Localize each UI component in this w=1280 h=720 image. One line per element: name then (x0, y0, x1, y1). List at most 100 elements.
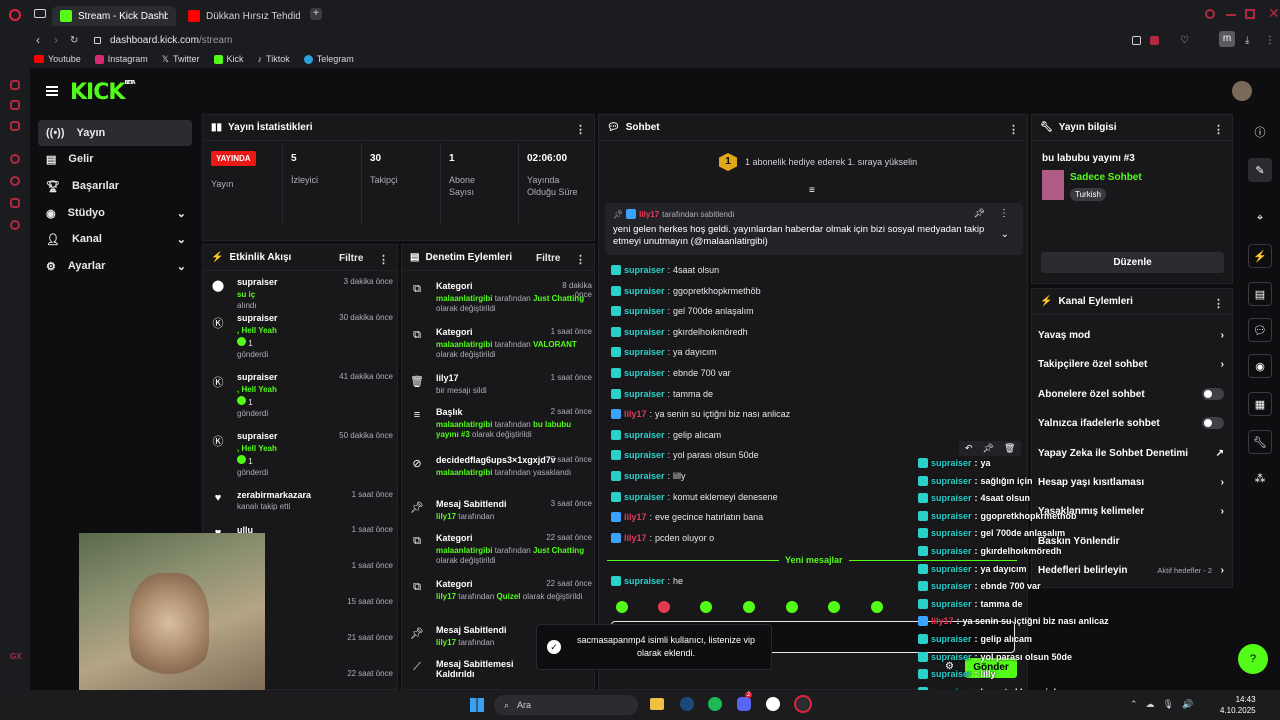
chat-message[interactable]: supraiser: gel 700de anlaşalım (611, 306, 754, 316)
bookmark-youtube[interactable]: Youtube (34, 54, 81, 64)
spotify-icon[interactable] (708, 697, 722, 711)
sidebar-messenger-icon[interactable] (10, 100, 20, 110)
pin-icon[interactable]: 📌︎ (983, 443, 994, 454)
channel-action-row[interactable]: Hesap yaşı kısıtlaması › (1038, 472, 1224, 492)
moderation-item[interactable]: 🗑︎ lily17 1 saat önce bir mesajı sildi (410, 373, 592, 396)
chat-username[interactable]: supraiser (624, 450, 665, 460)
activity-item[interactable]: Ⓚsupraiser 41 dakika önce, Hell Yeah 1 gön… (211, 372, 394, 418)
channel-action-row[interactable]: Yapay Zeka ile Sohbet Denetimi ↗ (1038, 443, 1224, 463)
chat-message[interactable]: supraiser: ebnde 700 var (611, 368, 731, 378)
windows-start-icon[interactable] (470, 698, 484, 712)
maximize-icon[interactable] (1245, 9, 1255, 19)
lightning-icon[interactable]: ⚡ (1248, 244, 1272, 268)
toggle-switch[interactable] (1202, 417, 1224, 429)
gx-icon[interactable]: GX (10, 652, 22, 661)
wrench-icon[interactable]: 🔧︎ (1248, 430, 1272, 454)
emote-icon[interactable] (616, 601, 628, 613)
chat-message[interactable]: supraiser: gelip alıcam (611, 430, 721, 440)
pinned-message[interactable]: 📌︎ lily17 tarafından sabitlendi yeni gelen… (605, 203, 1023, 255)
category-link[interactable]: Sadece Sohbet (1070, 172, 1142, 183)
trash-icon[interactable]: 🗑︎ (1004, 443, 1015, 454)
chat-message[interactable]: supraiser: he (611, 576, 683, 586)
moderation-item[interactable]: ⧉ Kategori 22 saat önce lily17 tarafından Q… (410, 579, 592, 602)
kebab-menu-icon[interactable]: ⋮ (999, 208, 1009, 219)
chat-message[interactable]: lily17: eve gecince hatırlatın bana (611, 512, 763, 522)
info-icon[interactable]: ⓘ (1248, 120, 1272, 144)
plugins-icon[interactable]: ⁂ (1248, 466, 1272, 490)
opera-gx-icon[interactable] (794, 695, 812, 713)
moderation-item[interactable]: 📌︎ Mesaj Sabitlendi 3 saat önce lily17 tara… (410, 499, 592, 522)
chat-username[interactable]: lily17 (624, 533, 647, 543)
kebab-menu-icon[interactable]: ⋮ (575, 123, 586, 136)
tray-icons[interactable]: ⌃☁🎙🔊 (1130, 699, 1201, 710)
channel-action-row[interactable]: Hedefleri belirleyin Aktif hedefler - 2 › (1038, 560, 1224, 580)
minimize-icon[interactable] (1226, 14, 1236, 16)
document-icon[interactable]: ▤ (1248, 282, 1272, 306)
pencil-icon[interactable]: ✎ (1248, 158, 1272, 182)
activity-item[interactable]: Ⓚsupraiser 30 dakika önce, Hell Yeah 1 gön… (211, 313, 394, 359)
moderation-item[interactable]: ⧉ Kategori 22 saat önce malaanlatirgibi tar… (410, 533, 592, 566)
focus-icon[interactable]: ⌖ (1248, 206, 1272, 230)
activity-item[interactable]: Ⓚsupraiser 50 dakika önce, Hell Yeah 1 gön… (211, 431, 394, 477)
chat-message[interactable]: supraiser: ggopretkhopkrmethöb (611, 286, 761, 296)
chevron-down-icon[interactable]: ⌄ (1001, 229, 1009, 240)
new-messages-label[interactable]: Yeni mesajlar (779, 555, 849, 565)
activity-item[interactable]: ⬤ supraiser 3 dakika önce su iç alındı (211, 277, 393, 310)
tag-chip[interactable]: Turkish (1070, 188, 1106, 201)
kebab-menu-icon[interactable]: ⋮ (1213, 123, 1224, 136)
emote-icon[interactable] (743, 601, 755, 613)
tab-youtube[interactable]: Dükkan Hırsız Tehdidiyle (180, 6, 308, 26)
bookmark-twitter[interactable]: 𝕏 Twitter (162, 54, 200, 65)
chat-message[interactable]: supraiser: yol parası olsun 50de (611, 450, 759, 460)
sidebar-instagram-icon[interactable] (10, 121, 20, 131)
channel-action-row[interactable]: Yavaş mod › (1038, 325, 1224, 345)
tab-kick-dashboard[interactable]: Stream - Kick Dashboard (52, 6, 176, 26)
filter-button[interactable]: Filtre (536, 253, 560, 264)
bookmark-kick[interactable]: Kick (213, 54, 244, 64)
kebab-menu-icon[interactable]: ⋮ (1213, 297, 1224, 310)
channel-action-row[interactable]: Abonelere özel sohbet (1038, 384, 1224, 404)
collapse-icon[interactable]: ≡ (809, 185, 815, 196)
activity-item[interactable]: ♥ zerabirmarkazara 1 saat önce kanalı takip… (211, 490, 393, 511)
shield-icon[interactable] (1150, 35, 1159, 45)
chat-message[interactable]: supraiser: tamma de (611, 389, 713, 399)
chat-username[interactable]: supraiser (624, 286, 665, 296)
menu-icon[interactable]: ⋮ (1265, 35, 1275, 46)
emote-icon[interactable] (786, 601, 798, 613)
chat-message[interactable]: supraiser: gkırdelhoıkmöredh (611, 327, 748, 337)
channel-action-row[interactable]: Yalnızca ifadelerle sohbet (1038, 413, 1224, 433)
heart-icon[interactable]: ♡ (1180, 35, 1189, 46)
chat-username[interactable]: supraiser (624, 430, 665, 440)
chat-username[interactable]: supraiser (624, 368, 665, 378)
emote-icon[interactable] (658, 601, 670, 613)
profile-avatar-icon[interactable]: m (1219, 31, 1235, 47)
toast-notification[interactable]: ✓ sacmasapanmp4 isimli kullanıcı, listen… (536, 624, 772, 670)
nav-channel[interactable]: 👤︎ Kanal ⌄ (38, 226, 192, 252)
chat-username[interactable]: supraiser (624, 306, 665, 316)
kebab-menu-icon[interactable]: ⋮ (1008, 123, 1019, 136)
kebab-menu-icon[interactable]: ⋮ (378, 253, 389, 266)
emote-icon[interactable] (828, 601, 840, 613)
moderation-item[interactable]: ⧉ Kategori 8 dakika önce malaanlatirgibi ta… (410, 281, 592, 314)
search-icon[interactable] (1205, 9, 1215, 19)
nav-revenue[interactable]: ▤ Gelir (38, 146, 192, 172)
bookmark-instagram[interactable]: Instagram (94, 54, 148, 64)
chat-message[interactable]: lily17: ya senin su içtiğni biz nası anli… (611, 409, 790, 419)
help-fab-icon[interactable]: ? (1238, 644, 1268, 674)
sidebar-player-icon[interactable] (10, 154, 20, 164)
bookmark-telegram[interactable]: Telegram (303, 54, 354, 64)
chat-message[interactable]: supraiser:4saat olsun (611, 265, 719, 275)
avatar[interactable] (1232, 81, 1252, 101)
emote-icon[interactable] (871, 601, 883, 613)
nav-stream[interactable]: ((•)) Yayın (38, 120, 192, 146)
hamburger-icon[interactable] (46, 86, 58, 96)
layout-icon[interactable]: ▦ (1248, 392, 1272, 416)
chat-message[interactable]: supraiser: lilly (611, 471, 686, 481)
github-icon[interactable] (766, 697, 780, 711)
channel-action-row[interactable]: Takipçilere özel sohbet › (1038, 354, 1224, 374)
nav-settings[interactable]: ⚙ Ayarlar ⌄ (38, 253, 192, 279)
pin-action-icon[interactable]: 📌︎ (974, 208, 985, 219)
chat-username[interactable]: supraiser (624, 347, 665, 357)
bookmark-tiktok[interactable]: ♪ Tiktok (258, 54, 290, 64)
discord-icon[interactable]: 2 (737, 692, 753, 711)
